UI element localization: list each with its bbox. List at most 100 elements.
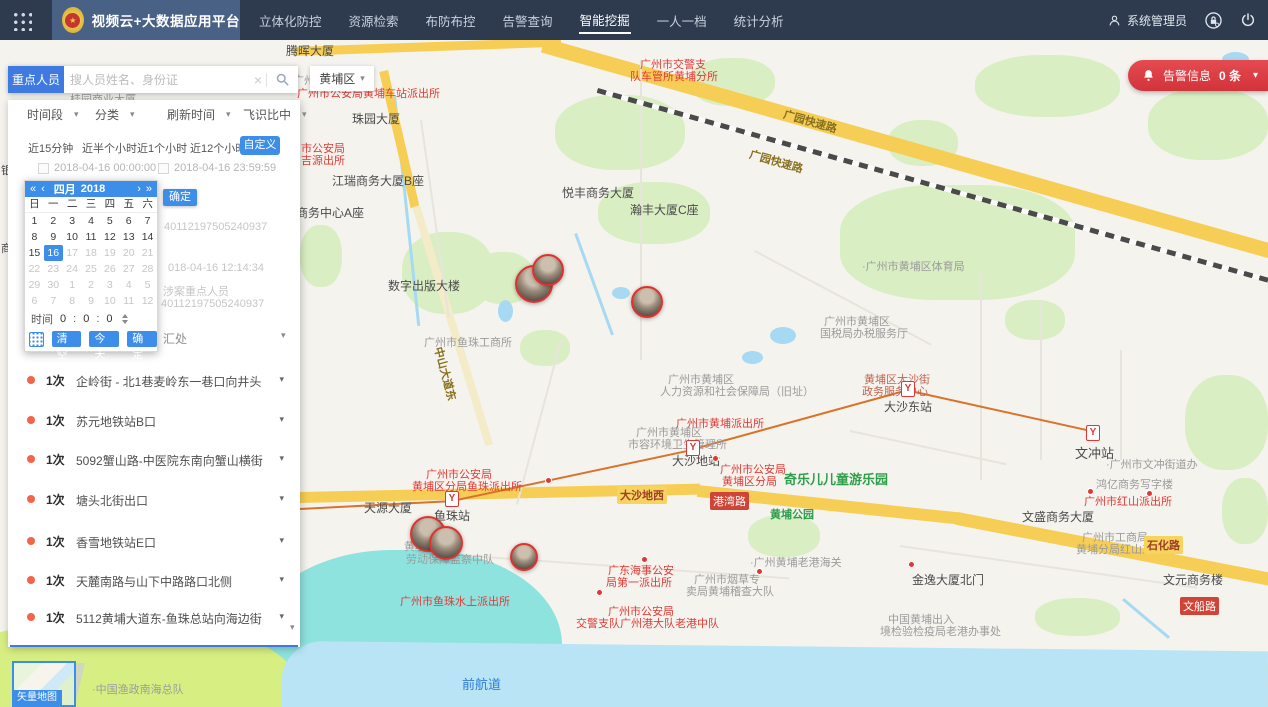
security-settings-icon[interactable]: [1204, 11, 1223, 30]
calendar-month[interactable]: 四月: [54, 181, 76, 197]
list-item[interactable]: 1次5112黄埔大道东-鱼珠总站向海边街（全）▾: [8, 607, 300, 629]
person-avatar-marker[interactable]: [510, 543, 538, 571]
calendar-icon[interactable]: [29, 332, 44, 347]
caret-down-icon[interactable]: ▾: [279, 574, 284, 585]
calendar-day[interactable]: 8: [25, 229, 44, 245]
calendar-day[interactable]: 1: [25, 213, 44, 229]
calendar-ok-button[interactable]: 确定: [127, 331, 157, 347]
person-avatar-marker[interactable]: [429, 526, 463, 560]
nav-item[interactable]: 告警查询: [502, 8, 554, 33]
next-month-button[interactable]: ›: [137, 183, 141, 195]
quick-range-button[interactable]: 近半个小时: [82, 140, 137, 156]
nav-item[interactable]: 布防布控: [425, 8, 477, 33]
user-menu[interactable]: 系统管理员: [1108, 12, 1187, 29]
calendar-checkbox-icon[interactable]: [158, 163, 169, 174]
quick-range-button[interactable]: 近12个小时: [190, 140, 246, 156]
calendar-day[interactable]: 22: [25, 261, 44, 277]
calendar-day[interactable]: 11: [119, 293, 138, 309]
spinner-up-icon[interactable]: [122, 314, 128, 318]
calendar-day[interactable]: 6: [25, 293, 44, 309]
next-year-button[interactable]: »: [146, 183, 152, 195]
quick-range-button[interactable]: 近1个小时: [137, 140, 187, 156]
filter-dropdown-3[interactable]: 刷新时间▾: [167, 106, 231, 123]
calendar-day[interactable]: 3: [63, 213, 82, 229]
calendar-day[interactable]: 19: [100, 245, 119, 261]
filter-dropdown-1[interactable]: 时间段▾: [27, 106, 79, 123]
caret-down-icon[interactable]: ▾: [279, 535, 284, 546]
calendar-day[interactable]: 25: [82, 261, 101, 277]
spinner-down-icon[interactable]: [122, 320, 128, 324]
calendar-day[interactable]: 17: [63, 245, 82, 261]
caret-down-icon[interactable]: ▾: [279, 611, 284, 622]
calendar-day[interactable]: 8: [63, 293, 82, 309]
calendar-day[interactable]: 11: [82, 229, 101, 245]
list-item[interactable]: 1次香雪地铁站E口▾: [8, 531, 300, 553]
calendar-checkbox-icon[interactable]: [38, 163, 49, 174]
caret-down-icon[interactable]: ▾: [281, 330, 286, 341]
calendar-day[interactable]: 9: [82, 293, 101, 309]
calendar-day[interactable]: 23: [44, 261, 63, 277]
chevron-down-icon[interactable]: ▾: [1253, 70, 1258, 81]
nav-item[interactable]: 一人一档: [656, 8, 708, 33]
list-item[interactable]: 1次塘头北街出口▾: [8, 489, 300, 511]
district-selector[interactable]: 黄埔区 ▾: [310, 66, 374, 91]
app-grid-icon[interactable]: [11, 10, 32, 31]
calendar-confirm-button[interactable]: 确定: [163, 189, 197, 206]
calendar-day[interactable]: 29: [25, 277, 44, 293]
date-from-value[interactable]: 2018-04-16 00:00:00: [54, 162, 156, 174]
time-spinner[interactable]: [122, 314, 128, 324]
list-item[interactable]: 1次5092蟹山路-中医院东南向蟹山横街▾: [8, 449, 300, 471]
calendar-clear-button[interactable]: 清空: [52, 331, 82, 347]
filter-dropdown-2[interactable]: 分类▾: [95, 106, 135, 123]
search-category-tag[interactable]: 重点人员: [8, 66, 64, 93]
calendar-day[interactable]: 14: [138, 229, 157, 245]
nav-item[interactable]: 立体化防控: [258, 8, 323, 33]
calendar-day[interactable]: 16: [44, 245, 63, 261]
calendar-day[interactable]: 13: [119, 229, 138, 245]
calendar-today-button[interactable]: 今天: [89, 331, 119, 347]
calendar-day[interactable]: 12: [100, 229, 119, 245]
calendar-day[interactable]: 10: [63, 229, 82, 245]
list-item[interactable]: 1次企岭街 - 北1巷麦岭东一巷口向井头▾: [8, 370, 300, 392]
nav-item[interactable]: 智能挖掘: [579, 7, 631, 34]
prev-year-button[interactable]: «: [30, 183, 36, 195]
calendar-day[interactable]: 10: [100, 293, 119, 309]
calendar-day[interactable]: 12: [138, 293, 157, 309]
calendar-day[interactable]: 21: [138, 245, 157, 261]
calendar-day[interactable]: 30: [44, 277, 63, 293]
calendar-day[interactable]: 9: [44, 229, 63, 245]
calendar-day[interactable]: 1: [63, 277, 82, 293]
caret-down-icon[interactable]: ▾: [279, 453, 284, 464]
date-from-field[interactable]: 2018-04-16 00:00:00: [38, 162, 156, 174]
power-logout-icon[interactable]: [1240, 12, 1256, 28]
filter-dropdown-4[interactable]: 飞识比中▾: [243, 106, 307, 123]
clear-icon[interactable]: ×: [250, 72, 266, 88]
list-item[interactable]: 1次苏元地铁站B口▾: [8, 410, 300, 432]
search-icon[interactable]: [267, 72, 298, 87]
calendar-day[interactable]: 2: [44, 213, 63, 229]
second-value[interactable]: 0: [106, 313, 112, 325]
calendar-day[interactable]: 27: [119, 261, 138, 277]
nav-item[interactable]: 资源检索: [348, 8, 400, 33]
calendar-day[interactable]: 15: [25, 245, 44, 261]
calendar-day[interactable]: 2: [82, 277, 101, 293]
calendar-day[interactable]: 4: [119, 277, 138, 293]
calendar-day[interactable]: 5: [138, 277, 157, 293]
nav-item[interactable]: 统计分析: [733, 8, 785, 33]
person-avatar-marker[interactable]: [631, 286, 663, 318]
calendar-day[interactable]: 20: [119, 245, 138, 261]
date-to-value[interactable]: 2018-04-16 23:59:59: [174, 162, 276, 174]
calendar-day[interactable]: 18: [82, 245, 101, 261]
prev-month-button[interactable]: ‹: [41, 183, 45, 195]
caret-down-icon[interactable]: ▾: [279, 414, 284, 425]
quick-range-custom-button[interactable]: 自定义: [240, 136, 280, 155]
caret-down-icon[interactable]: ▾: [279, 374, 284, 385]
caret-down-icon[interactable]: ▾: [279, 493, 284, 504]
calendar-year[interactable]: 2018: [81, 183, 105, 195]
alert-info-bar[interactable]: 告警信息 0 条 ▾: [1128, 60, 1268, 91]
calendar-day[interactable]: 4: [82, 213, 101, 229]
person-avatar-marker[interactable]: [532, 254, 564, 286]
hour-value[interactable]: 0: [60, 313, 66, 325]
calendar-day[interactable]: 26: [100, 261, 119, 277]
calendar-day[interactable]: 24: [63, 261, 82, 277]
